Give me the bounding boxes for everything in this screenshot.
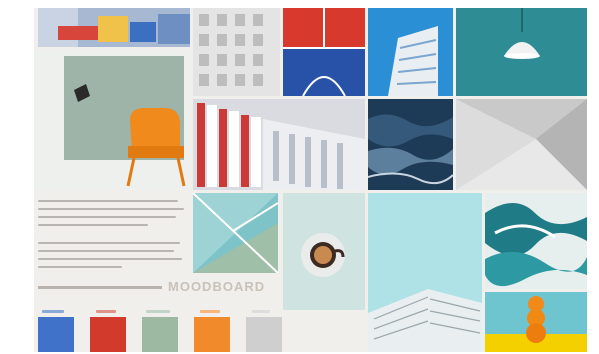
swatch-label-sage bbox=[146, 310, 170, 313]
photo-blue-sky-building bbox=[368, 8, 453, 96]
photo-red-white-building bbox=[193, 99, 365, 190]
photo-orange-chair bbox=[34, 50, 190, 190]
photo-grey-geometric bbox=[456, 99, 587, 190]
photo-pendant-lamp bbox=[456, 8, 587, 96]
photo-sports-court bbox=[283, 8, 365, 96]
swatch-orange bbox=[194, 317, 230, 352]
swatch-label-blue bbox=[42, 310, 64, 313]
photo-coffee-cup bbox=[283, 193, 365, 310]
description-block-2 bbox=[38, 242, 188, 274]
swatch-label-orange bbox=[200, 310, 220, 313]
photo-ocean-waves bbox=[368, 99, 453, 190]
moodboard-collage: MOODBOARD bbox=[34, 8, 587, 352]
moodboard-title: MOODBOARD bbox=[168, 279, 266, 294]
swatch-red bbox=[90, 317, 126, 352]
photo-white-tower bbox=[368, 193, 482, 352]
photo-white-facade bbox=[193, 8, 280, 96]
swatch-blue bbox=[38, 317, 74, 352]
swatch-label-red bbox=[96, 310, 116, 313]
title-underline bbox=[38, 286, 162, 289]
description-block bbox=[38, 200, 188, 232]
photo-teal-marble bbox=[485, 193, 587, 289]
photo-colorful-room bbox=[38, 8, 190, 47]
photo-orange-stack bbox=[485, 292, 587, 352]
photo-teal-triangles bbox=[193, 193, 278, 273]
swatch-label-grey bbox=[252, 310, 270, 313]
swatch-sage bbox=[142, 317, 178, 352]
swatch-grey bbox=[246, 317, 282, 352]
